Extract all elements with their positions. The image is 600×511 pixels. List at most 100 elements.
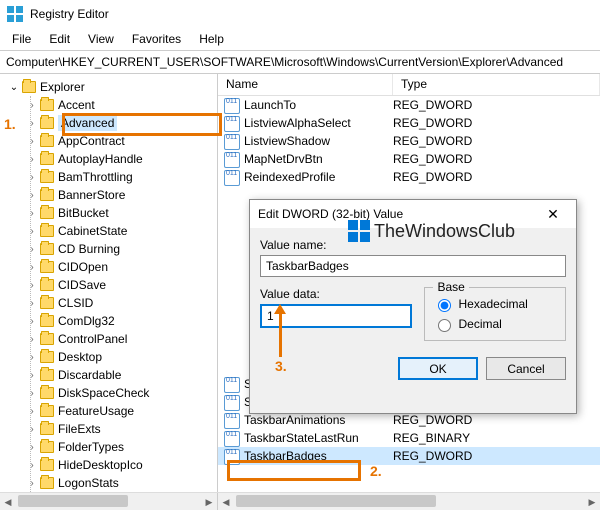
tree-item[interactable]: ›CD Burning <box>4 240 217 258</box>
tree-item[interactable]: ›BamThrottling <box>4 168 217 186</box>
tree-item[interactable]: ›BannerStore <box>4 186 217 204</box>
valuename-label: Value name: <box>260 238 566 252</box>
row-type: REG_DWORD <box>393 134 472 148</box>
list-row[interactable]: LaunchToREG_DWORD <box>218 96 600 114</box>
tree-item[interactable]: ›FeatureUsage <box>4 402 217 420</box>
menu-file[interactable]: File <box>4 30 39 48</box>
radio-dec[interactable]: Decimal <box>433 314 557 334</box>
expand-icon[interactable]: › <box>26 190 38 201</box>
cancel-button[interactable]: Cancel <box>486 357 566 380</box>
row-type: REG_DWORD <box>393 170 472 184</box>
radio-hex[interactable]: Hexadecimal <box>433 294 557 314</box>
dword-icon <box>224 170 240 184</box>
tree-item[interactable]: ›Accent <box>4 96 217 114</box>
expand-icon[interactable]: › <box>26 334 38 345</box>
list-row[interactable]: TaskbarBadgesREG_DWORD <box>218 447 600 465</box>
expand-icon[interactable]: › <box>26 118 38 129</box>
folder-icon <box>40 261 54 273</box>
address-text: Computer\HKEY_CURRENT_USER\SOFTWARE\Micr… <box>6 55 563 69</box>
dword-icon <box>224 395 240 409</box>
collapse-icon[interactable]: ⌄ <box>8 82 20 93</box>
expand-icon[interactable]: › <box>26 298 38 309</box>
scroll-left-icon[interactable]: ◀ <box>0 493 16 511</box>
expand-icon[interactable]: › <box>26 370 38 381</box>
address-bar[interactable]: Computer\HKEY_CURRENT_USER\SOFTWARE\Micr… <box>0 50 600 74</box>
radio-dec-input[interactable] <box>438 319 451 332</box>
list-row[interactable]: ListviewShadowREG_DWORD <box>218 132 600 150</box>
list-row[interactable]: ListviewAlphaSelectREG_DWORD <box>218 114 600 132</box>
tree-item[interactable]: ›Advanced <box>4 114 217 132</box>
expand-icon[interactable]: › <box>26 424 38 435</box>
expand-icon[interactable]: › <box>26 478 38 489</box>
folder-icon <box>40 405 54 417</box>
tree-item[interactable]: ›Desktop <box>4 348 217 366</box>
tree-item[interactable]: ›ControlPanel <box>4 330 217 348</box>
folder-icon <box>40 189 54 201</box>
valuedata-label: Value data: <box>260 287 412 301</box>
expand-icon[interactable]: › <box>26 442 38 453</box>
radio-hex-input[interactable] <box>438 299 451 312</box>
tree-item[interactable]: ›FileExts <box>4 420 217 438</box>
scroll-right-icon[interactable]: ▶ <box>201 493 217 511</box>
close-icon[interactable]: ✕ <box>538 206 568 223</box>
list-row[interactable]: ReindexedProfileREG_DWORD <box>218 168 600 186</box>
scroll-right-icon[interactable]: ▶ <box>584 493 600 511</box>
tree-item[interactable]: ›CIDSave <box>4 276 217 294</box>
folder-icon <box>40 297 54 309</box>
scroll-left-icon[interactable]: ◀ <box>218 493 234 511</box>
list-header: Name Type <box>218 74 600 96</box>
expand-icon[interactable]: › <box>26 154 38 165</box>
base-group: Base Hexadecimal Decimal <box>424 287 566 341</box>
list-scroll-thumb[interactable] <box>236 495 436 507</box>
col-type[interactable]: Type <box>393 74 600 95</box>
folder-icon <box>40 171 54 183</box>
menu-help[interactable]: Help <box>191 30 232 48</box>
dword-icon <box>224 134 240 148</box>
expand-icon[interactable]: › <box>26 262 38 273</box>
ok-button[interactable]: OK <box>398 357 478 380</box>
row-name: ReindexedProfile <box>244 170 393 184</box>
tree-item[interactable]: ›FolderTypes <box>4 438 217 456</box>
valuename-input[interactable] <box>260 255 566 277</box>
menu-edit[interactable]: Edit <box>41 30 78 48</box>
tree-item[interactable]: ›AppContract <box>4 132 217 150</box>
expand-icon[interactable]: › <box>26 244 38 255</box>
expand-icon[interactable]: › <box>26 136 38 147</box>
folder-icon <box>40 351 54 363</box>
regedit-icon <box>6 5 24 23</box>
folder-icon <box>40 153 54 165</box>
expand-icon[interactable]: › <box>26 280 38 291</box>
expand-icon[interactable]: › <box>26 172 38 183</box>
tree-item[interactable]: ›BitBucket <box>4 204 217 222</box>
expand-icon[interactable]: › <box>26 460 38 471</box>
list-row[interactable]: TaskbarStateLastRunREG_BINARY <box>218 429 600 447</box>
annotation-number-1: 1. <box>4 116 16 132</box>
expand-icon[interactable]: › <box>26 100 38 111</box>
folder-icon <box>40 477 54 489</box>
tree-item[interactable]: ›ComDlg32 <box>4 312 217 330</box>
tree-item[interactable]: ›CabinetState <box>4 222 217 240</box>
tree-item[interactable]: ›Discardable <box>4 366 217 384</box>
window-title: Registry Editor <box>30 7 109 21</box>
tree-item[interactable]: ›CLSID <box>4 294 217 312</box>
tree-item[interactable]: ›AutoplayHandle <box>4 150 217 168</box>
tree-item[interactable]: ›HideDesktopIco <box>4 456 217 474</box>
tree-item[interactable]: ›CIDOpen <box>4 258 217 276</box>
tree-scroll-thumb[interactable] <box>18 495 128 507</box>
expand-icon[interactable]: › <box>26 388 38 399</box>
folder-icon <box>40 117 54 129</box>
col-name[interactable]: Name <box>218 74 393 95</box>
expand-icon[interactable]: › <box>26 406 38 417</box>
tree-item-explorer[interactable]: ⌄Explorer <box>4 78 217 96</box>
menu-favorites[interactable]: Favorites <box>124 30 189 48</box>
menu-view[interactable]: View <box>80 30 122 48</box>
expand-icon[interactable]: › <box>26 316 38 327</box>
expand-icon[interactable]: › <box>26 208 38 219</box>
row-type: REG_DWORD <box>393 152 472 166</box>
list-row[interactable]: MapNetDrvBtnREG_DWORD <box>218 150 600 168</box>
expand-icon[interactable]: › <box>26 352 38 363</box>
tree-pane: ⌄Explorer›Accent›Advanced›AppContract›Au… <box>0 74 218 492</box>
expand-icon[interactable]: › <box>26 226 38 237</box>
tree-item[interactable]: ›DiskSpaceCheck <box>4 384 217 402</box>
tree-item[interactable]: ›LogonStats <box>4 474 217 492</box>
